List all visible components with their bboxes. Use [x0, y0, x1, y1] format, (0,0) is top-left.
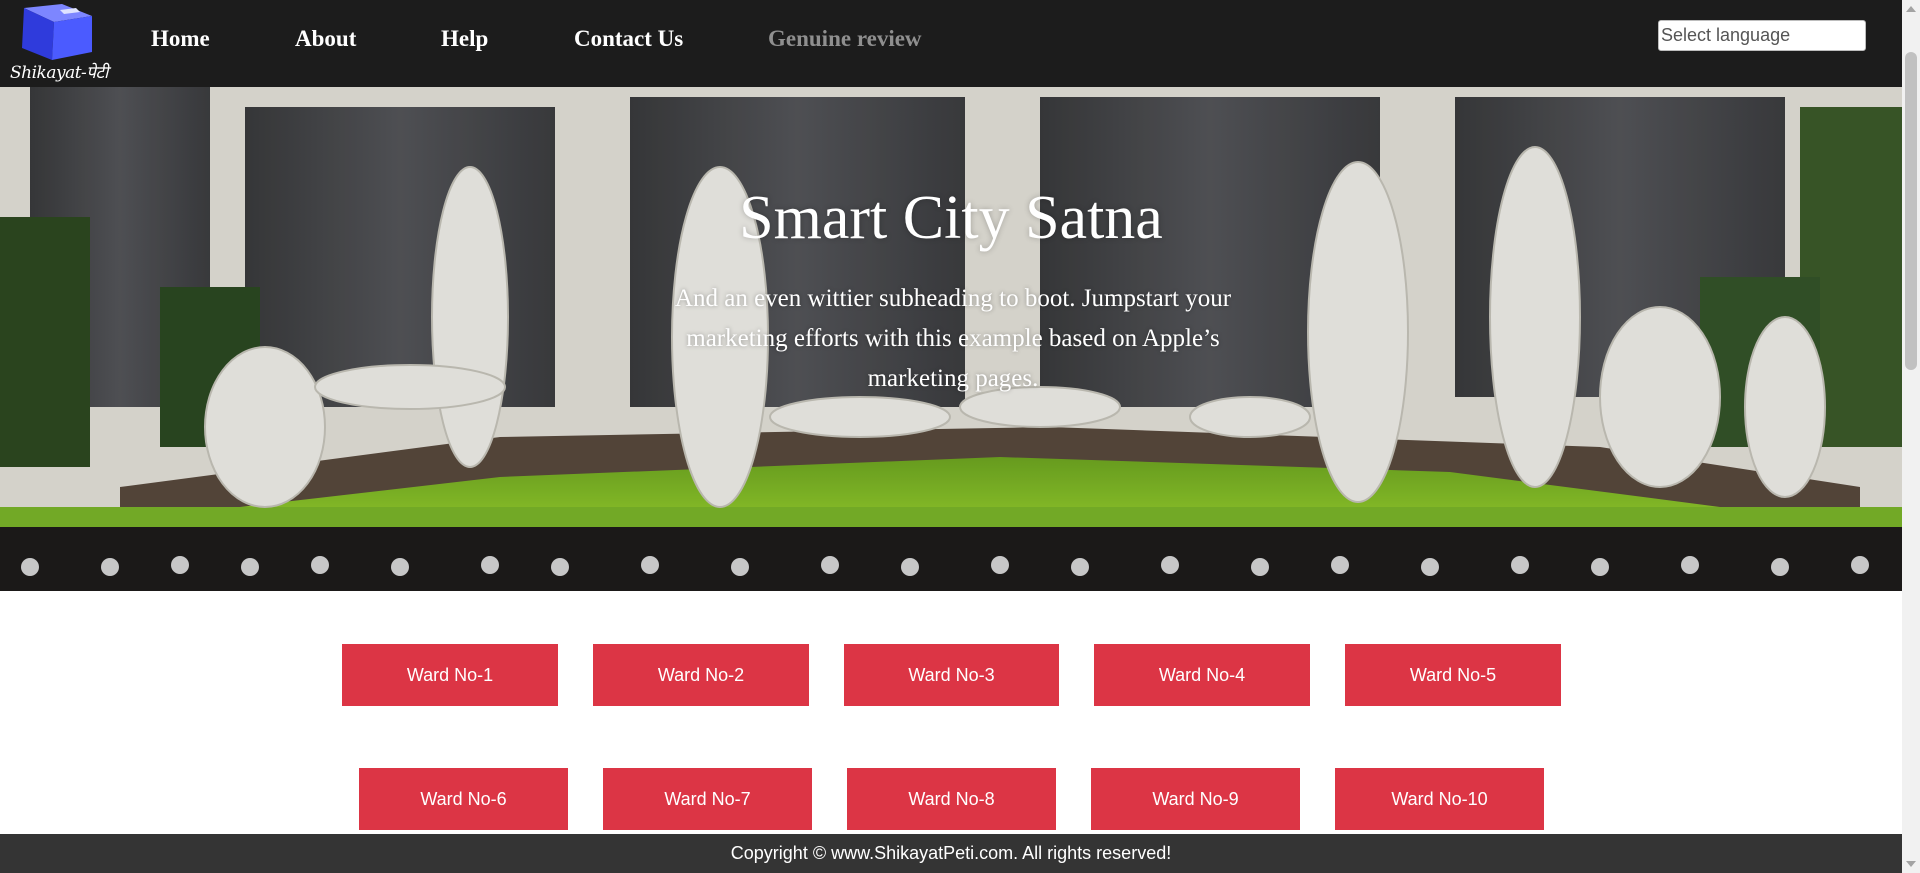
- ward-6-button[interactable]: Ward No-6: [359, 768, 568, 830]
- nav-home-link[interactable]: Home: [151, 26, 210, 52]
- hero-banner: Smart City Satna And an even wittier sub…: [0, 87, 1902, 591]
- page-scrollbar[interactable]: [1902, 0, 1920, 873]
- ward-4-button[interactable]: Ward No-4: [1094, 644, 1310, 706]
- scroll-down-arrow-icon[interactable]: [1906, 861, 1916, 867]
- nav-contact-link[interactable]: Contact Us: [574, 26, 683, 52]
- nav-about-link[interactable]: About: [295, 26, 356, 52]
- top-navbar: Shikayat-पेटी Home About Help Contact Us…: [0, 0, 1902, 87]
- ward-2-button[interactable]: Ward No-2: [593, 644, 809, 706]
- scroll-up-arrow-icon[interactable]: [1906, 6, 1916, 12]
- nav-help-link[interactable]: Help: [441, 26, 488, 52]
- nav-genuine-review-link[interactable]: Genuine review: [768, 26, 922, 52]
- hero-title: Smart City Satna: [739, 184, 1163, 252]
- language-select[interactable]: Select language: [1658, 20, 1866, 51]
- hero-subtitle: And an even wittier subheading to boot. …: [674, 285, 1232, 392]
- ward-5-button[interactable]: Ward No-5: [1345, 644, 1561, 706]
- site-logo[interactable]: Shikayat-पेटी: [4, 2, 108, 84]
- ward-1-button[interactable]: Ward No-1: [342, 644, 558, 706]
- ward-7-button[interactable]: Ward No-7: [603, 768, 812, 830]
- logo-text: Shikayat-पेटी: [10, 63, 108, 83]
- ward-10-button[interactable]: Ward No-10: [1335, 768, 1544, 830]
- page-footer: Copyright © www.ShikayatPeti.com. All ri…: [0, 834, 1902, 873]
- footer-copyright: Copyright © www.ShikayatPeti.com. All ri…: [730, 843, 1172, 863]
- ward-8-button[interactable]: Ward No-8: [847, 768, 1056, 830]
- scroll-thumb[interactable]: [1905, 52, 1917, 370]
- ward-3-button[interactable]: Ward No-3: [844, 644, 1059, 706]
- ward-9-button[interactable]: Ward No-9: [1091, 768, 1300, 830]
